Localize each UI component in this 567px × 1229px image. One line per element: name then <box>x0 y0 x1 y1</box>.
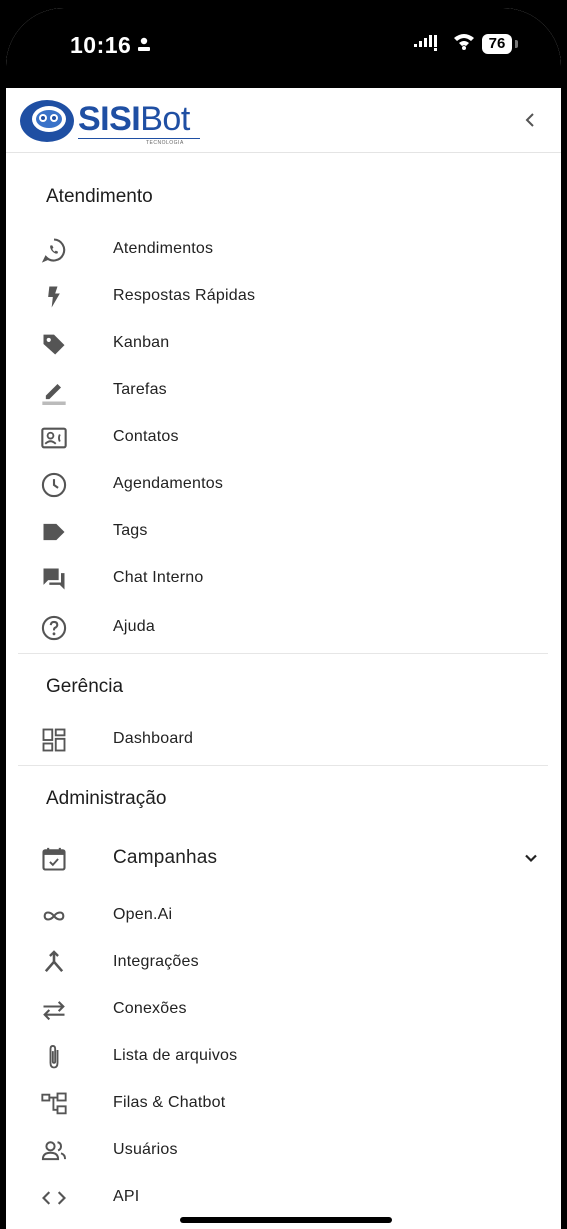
menu-item-kanban[interactable]: Kanban <box>6 321 561 367</box>
account-tree-icon <box>40 1090 68 1118</box>
menu-item-campanhas[interactable]: Campanhas <box>6 836 561 882</box>
calendar-check-icon <box>40 845 68 873</box>
menu-item-label: Tarefas <box>113 381 167 398</box>
menu-item-ajuda[interactable]: Ajuda <box>6 605 561 651</box>
menu-item-usuarios[interactable]: Usuários <box>6 1128 561 1174</box>
menu-item-api[interactable]: API <box>6 1175 561 1221</box>
sisibot-logo: SISIBot TECNOLOGIA <box>18 96 208 146</box>
menu-item-tags[interactable]: Tags <box>6 509 561 555</box>
dashboard-icon <box>40 726 68 754</box>
paperclip-icon <box>40 1043 68 1071</box>
menu-item-tarefas[interactable]: Tarefas <box>6 368 561 414</box>
phone-screen: 10:16 76 SISIBot TECNOLOGIA Atendimento … <box>6 8 561 1229</box>
menu-item-atendimentos[interactable]: Atendimentos <box>6 227 561 273</box>
menu-item-label: Agendamentos <box>113 475 224 492</box>
menu-item-label: Open.Ai <box>113 906 173 923</box>
logo-text-light: Bot <box>140 100 190 138</box>
battery-indicator: 76 <box>482 34 512 54</box>
menu-item-contatos[interactable]: Contatos <box>6 415 561 461</box>
chevron-down-icon[interactable] <box>521 848 541 868</box>
menu-item-label: Contatos <box>113 428 179 445</box>
menu-item-integracoes[interactable]: Integrações <box>6 940 561 986</box>
status-time: 10:16 <box>70 32 151 59</box>
code-icon <box>40 1184 68 1212</box>
status-bar: 10:16 76 <box>6 8 561 88</box>
logo-text: SISIBot <box>78 100 190 139</box>
forum-icon <box>40 565 68 593</box>
battery-tip <box>515 40 518 48</box>
menu-item-label: Ajuda <box>113 618 155 635</box>
menu-item-label: Conexões <box>113 1000 187 1017</box>
menu-item-label: API <box>113 1188 140 1205</box>
status-time-text: 10:16 <box>70 32 132 58</box>
menu-item-label: Lista de arquivos <box>113 1047 238 1064</box>
menu-item-conexoes[interactable]: Conexões <box>6 987 561 1033</box>
logo-subtitle: TECNOLOGIA <box>146 140 184 146</box>
menu-item-label: Integrações <box>113 953 199 970</box>
menu-item-label: Usuários <box>113 1141 178 1158</box>
menu-item-label: Chat Interno <box>113 569 204 586</box>
section-title-atendimento: Atendimento <box>46 186 153 207</box>
menu-item-lista-de-arquivos[interactable]: Lista de arquivos <box>6 1034 561 1080</box>
pencil-icon <box>40 377 68 405</box>
menu-item-dashboard[interactable]: Dashboard <box>6 717 561 763</box>
menu-item-label: Dashboard <box>113 730 194 747</box>
merge-icon <box>40 949 68 977</box>
menu-item-label: Campanhas <box>113 847 218 868</box>
logo-underline <box>78 138 200 139</box>
person-icon <box>137 32 151 59</box>
tag-icon <box>40 518 68 546</box>
help-icon <box>40 614 68 642</box>
flash-icon <box>40 283 68 311</box>
infinity-icon <box>40 902 68 930</box>
cellular-signal-icon <box>414 31 446 57</box>
section-divider <box>18 653 548 654</box>
home-indicator[interactable] <box>180 1217 392 1223</box>
menu-item-chat-interno[interactable]: Chat Interno <box>6 556 561 602</box>
section-title-gerencia: Gerência <box>46 676 124 697</box>
menu-item-label: Respostas Rápidas <box>113 287 256 304</box>
swap-icon <box>40 996 68 1024</box>
section-title-administracao: Administração <box>46 788 167 809</box>
people-icon <box>40 1137 68 1165</box>
menu-item-label: Filas & Chatbot <box>113 1094 226 1111</box>
clock-icon <box>40 471 68 499</box>
wifi-icon <box>453 32 475 55</box>
contact-card-icon <box>40 424 68 452</box>
menu-item-agendamentos[interactable]: Agendamentos <box>6 462 561 508</box>
menu-item-respostas-rapidas[interactable]: Respostas Rápidas <box>6 274 561 320</box>
section-divider <box>18 765 548 766</box>
label-icon <box>40 330 68 358</box>
menu-item-filas-chatbot[interactable]: Filas & Chatbot <box>6 1081 561 1127</box>
menu-item-label: Atendimentos <box>113 240 214 257</box>
sisibot-logo-mark <box>20 100 74 142</box>
app-header: SISIBot TECNOLOGIA <box>6 88 561 153</box>
menu-item-label: Kanban <box>113 334 170 351</box>
logo-text-main: SISI <box>78 100 141 138</box>
chevron-left-icon[interactable] <box>518 108 542 132</box>
whatsapp-icon <box>40 236 68 264</box>
menu-item-label: Tags <box>113 522 148 539</box>
menu-item-open-ai[interactable]: Open.Ai <box>6 893 561 939</box>
